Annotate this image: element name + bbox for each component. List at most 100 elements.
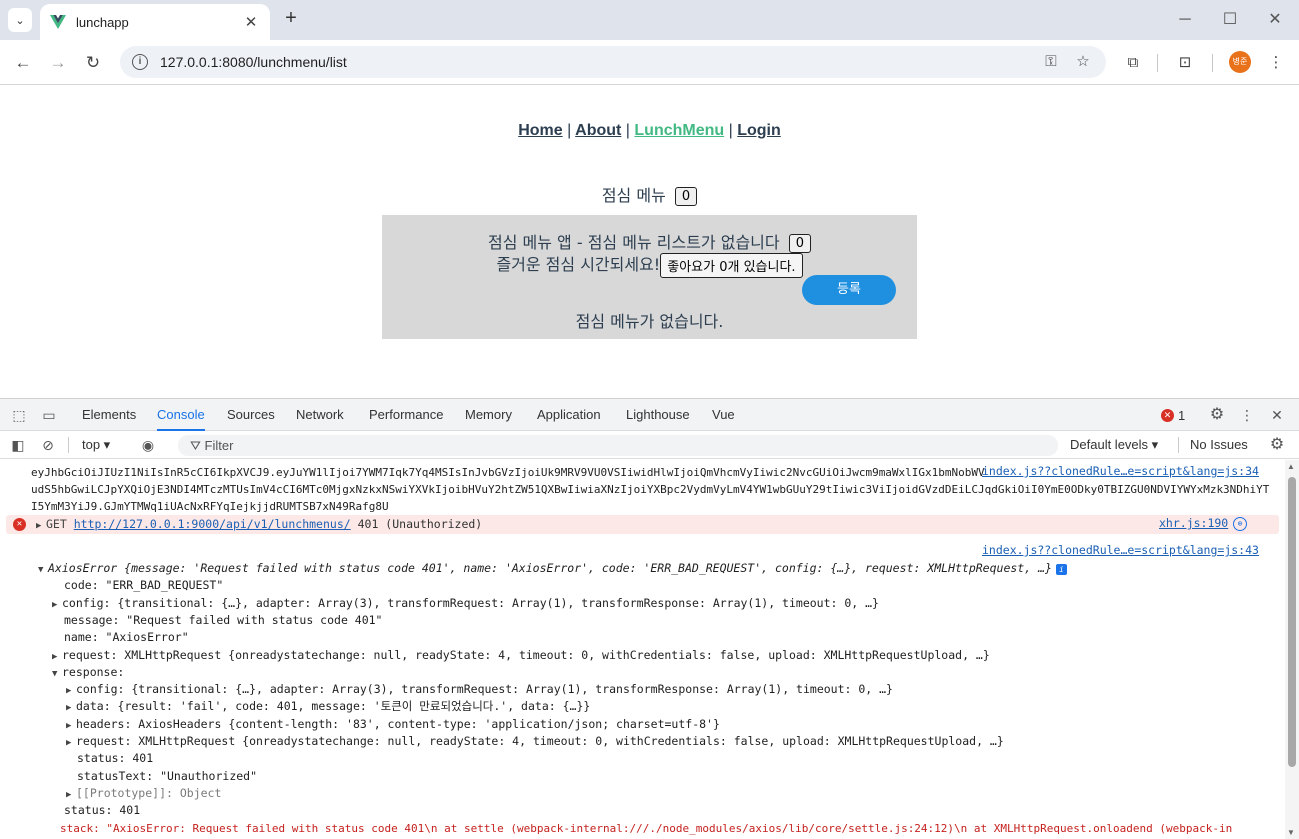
forward-arrow-icon[interactable]: → <box>45 50 71 76</box>
nav-lunchmenu-link[interactable]: LunchMenu <box>634 122 724 139</box>
expand-triangle-icon[interactable]: ▶ <box>36 518 46 535</box>
expand-triangle-icon[interactable]: ▶ <box>52 597 62 614</box>
tab-sources[interactable]: Sources <box>227 399 275 431</box>
tab-title: lunchapp <box>76 14 129 30</box>
menu-title: 점심 메뉴 <box>601 186 666 205</box>
live-expression-eye-icon[interactable]: ◉ <box>139 436 157 454</box>
token-log-line: eyJhbGciOiJIUzI1NiIsInR5cCI6IkpXVCJ9.eyJ… <box>31 466 985 479</box>
minimize-icon[interactable]: ─ <box>1175 10 1195 30</box>
tab-memory[interactable]: Memory <box>465 399 512 431</box>
error-count-badge[interactable]: ✕ 1 <box>1161 408 1185 423</box>
filter-placeholder: Filter <box>204 438 234 453</box>
info-badge-icon[interactable]: i <box>1055 564 1067 575</box>
empty-menu-message: 점심 메뉴가 없습니다. <box>575 312 724 331</box>
prop-response-headers-text: headers: AxiosHeaders {content-length: '… <box>76 717 720 731</box>
browser-toolbar: ← → ↻ i 127.0.0.1:8080/lunchmenu/list ⚿ … <box>0 40 1299 85</box>
devtools-tab-bar: ⬚ ▭ Elements Console Sources Network Per… <box>0 399 1299 431</box>
network-globe-icon[interactable]: ⊕ <box>1233 517 1247 531</box>
prop-response-headers[interactable]: ▶ headers: AxiosHeaders {content-length: … <box>66 716 720 733</box>
token-log-line: I5YmM3YiJ9.GJmYTMWq1iUAcNxRFYqIejkjjdRUM… <box>31 500 389 513</box>
inspect-element-icon[interactable]: ⬚ <box>10 406 28 424</box>
expand-triangle-icon[interactable]: ▶ <box>66 700 76 717</box>
scroll-down-arrow-icon[interactable]: ▼ <box>1287 828 1295 837</box>
prop-response-text: response: <box>62 665 125 679</box>
prop-response[interactable]: ▼ response: <box>52 664 124 681</box>
kebab-menu-icon[interactable]: ⋮ <box>1264 51 1288 75</box>
collapse-triangle-icon[interactable]: ▼ <box>52 666 62 683</box>
filter-divider <box>1178 437 1179 453</box>
screen-capture-icon[interactable]: ⊡ <box>1173 51 1197 75</box>
sidebar-toggle-icon[interactable]: ◧ <box>9 436 27 454</box>
prop-stack: stack: "AxiosError: Request failed with … <box>60 822 1233 835</box>
tab-close-icon[interactable]: ✕ <box>242 13 260 31</box>
tab-elements[interactable]: Elements <box>82 399 136 431</box>
settings-gear-icon[interactable]: ⚙ <box>1208 406 1226 424</box>
issues-counter[interactable]: No Issues <box>1190 437 1248 452</box>
like-button[interactable]: 좋아요가 0개 있습니다. <box>660 253 803 278</box>
site-info-icon[interactable]: i <box>132 54 148 70</box>
prop-response-request[interactable]: ▶ request: XMLHttpRequest {onreadystatech… <box>66 733 1004 750</box>
network-error-text: ▶ GET http://127.0.0.1:9000/api/v1/lunchm… <box>36 516 482 535</box>
url-text[interactable]: 127.0.0.1:8080/lunchmenu/list <box>160 54 1030 70</box>
prop-response-config[interactable]: ▶ config: {transitional: {…}, adapter: Ar… <box>66 681 893 698</box>
console-scroll-thumb[interactable] <box>1288 477 1296 767</box>
prop-response-request-text: request: XMLHttpRequest {onreadystatecha… <box>76 734 1004 748</box>
menu-count-button[interactable]: 0 <box>674 187 698 206</box>
source-link[interactable]: index.js??clonedRule…e=script&lang=js:34 <box>982 464 1259 478</box>
maximize-icon[interactable]: ☐ <box>1220 10 1240 30</box>
nav-login-link[interactable]: Login <box>737 122 781 139</box>
tab-search-chevron-icon[interactable]: ⌄ <box>8 8 32 32</box>
devtools-menu-icon[interactable]: ⋮ <box>1238 406 1256 424</box>
prop-name: name: "AxiosError" <box>64 630 189 644</box>
nav-separator: | <box>728 122 733 139</box>
console-settings-gear-icon[interactable]: ⚙ <box>1268 436 1286 454</box>
tab-vue[interactable]: Vue <box>712 399 735 431</box>
toolbar-divider <box>1212 54 1213 72</box>
profile-avatar[interactable]: 병준 <box>1229 51 1251 73</box>
network-error-row: ✕ ▶ GET http://127.0.0.1:9000/api/v1/lunc… <box>6 515 1279 534</box>
console-output: eyJhbGciOiJIUzI1NiIsInR5cCI6IkpXVCJ9.eyJ… <box>0 460 1285 839</box>
prop-code: code: "ERR_BAD_REQUEST" <box>64 578 224 592</box>
device-toolbar-icon[interactable]: ▭ <box>40 406 58 424</box>
tab-application[interactable]: Application <box>537 399 601 431</box>
new-tab-plus-icon[interactable]: + <box>280 8 302 30</box>
scroll-up-arrow-icon[interactable]: ▲ <box>1287 462 1295 471</box>
card-greeting-row: 즐거운 점심 시간되세요! 좋아요가 0개 있습니다. <box>382 251 917 278</box>
nav-about-link[interactable]: About <box>575 122 621 139</box>
console-filter-input[interactable]: ⛛ Filter <box>178 435 1058 456</box>
clear-console-icon[interactable]: ⊘ <box>39 436 57 454</box>
tab-performance[interactable]: Performance <box>369 399 443 431</box>
prop-config[interactable]: ▶ config: {transitional: {…}, adapter: Ar… <box>52 595 879 612</box>
devtools-close-icon[interactable]: ✕ <box>1268 406 1286 424</box>
reload-icon[interactable]: ↻ <box>80 50 106 76</box>
tab-console[interactable]: Console <box>157 399 205 431</box>
address-bar[interactable]: i 127.0.0.1:8080/lunchmenu/list ⚿ ☆ <box>120 46 1106 78</box>
context-selector[interactable]: top ▾ <box>82 437 110 453</box>
axios-error-header[interactable]: ▼ AxiosError {message: 'Request failed wi… <box>38 560 1067 577</box>
collapse-triangle-icon[interactable]: ▼ <box>38 562 48 579</box>
nav-home-link[interactable]: Home <box>518 122 562 139</box>
log-levels-dropdown[interactable]: Default levels ▾ <box>1070 437 1158 453</box>
xhr-source-link[interactable]: xhr.js:190 <box>1159 516 1228 530</box>
window-close-icon[interactable]: ✕ <box>1265 10 1285 30</box>
prop-status: status: 401 <box>64 803 141 817</box>
card-greeting: 즐거운 점심 시간되세요! <box>496 255 661 274</box>
prop-prototype[interactable]: ▶ [[Prototype]]: Object <box>66 785 221 802</box>
request-url-link[interactable]: http://127.0.0.1:9000/api/v1/lunchmenus/ <box>74 517 351 531</box>
prop-request[interactable]: ▶ request: XMLHttpRequest {onreadystatech… <box>52 647 990 664</box>
card-heading-row: 점심 메뉴 앱 - 점심 메뉴 리스트가 없습니다 0 <box>382 229 917 253</box>
prop-response-data[interactable]: ▶ data: {result: 'fail', code: 401, messa… <box>66 698 590 715</box>
extensions-puzzle-icon[interactable]: ⧉ <box>1121 51 1145 75</box>
bookmark-star-icon[interactable]: ☆ <box>1072 51 1094 73</box>
filter-divider <box>68 437 69 453</box>
menu-card: 점심 메뉴 앱 - 점심 메뉴 리스트가 없습니다 0 즐거운 점심 시간되세요… <box>382 215 917 339</box>
register-button[interactable]: 등록 <box>802 275 896 305</box>
tab-lighthouse[interactable]: Lighthouse <box>626 399 690 431</box>
source-link[interactable]: index.js??clonedRule…e=script&lang=js:43 <box>982 543 1259 557</box>
card-heading: 점심 메뉴 앱 - 점심 메뉴 리스트가 없습니다 <box>488 233 780 252</box>
back-arrow-icon[interactable]: ← <box>10 50 36 76</box>
password-key-icon[interactable]: ⚿ <box>1040 51 1062 73</box>
browser-tab[interactable]: lunchapp ✕ <box>40 4 270 40</box>
expand-triangle-icon[interactable]: ▶ <box>66 735 76 752</box>
tab-network[interactable]: Network <box>296 399 344 431</box>
